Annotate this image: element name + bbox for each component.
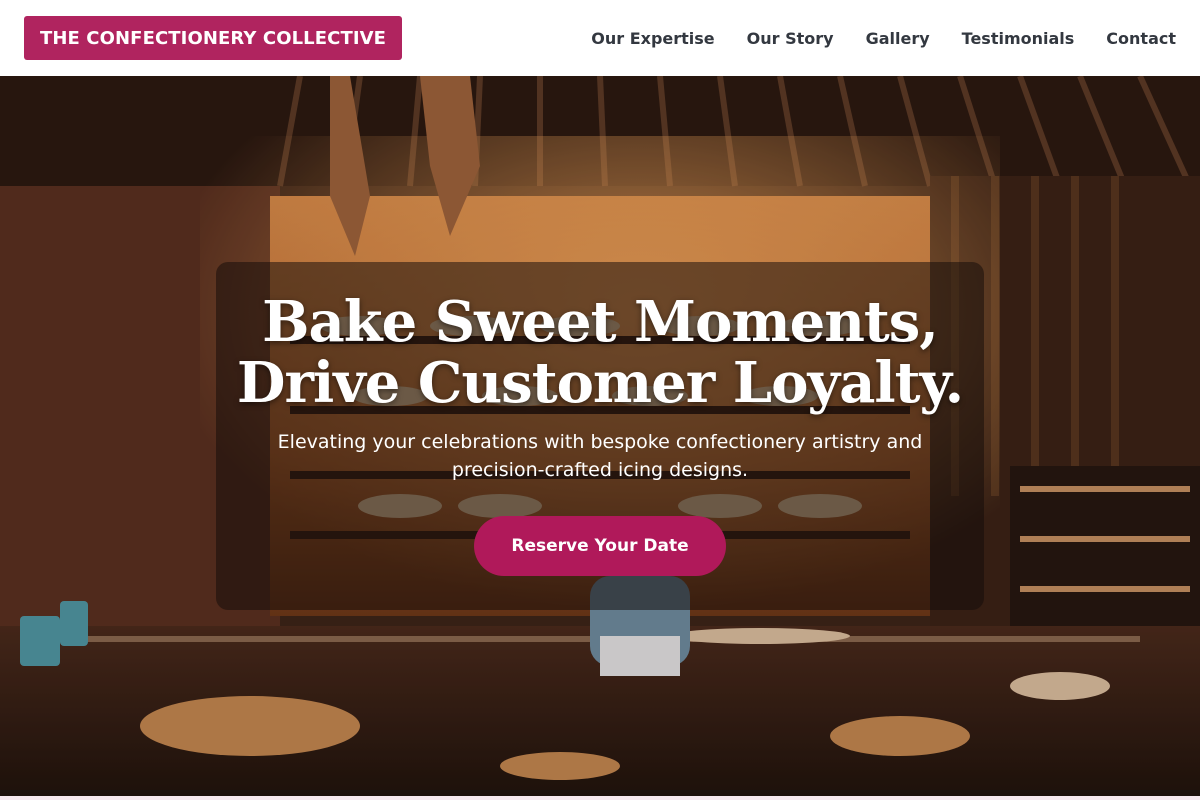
hero-section: Bake Sweet Moments, Drive Customer Loyal… [0,76,1200,796]
hero-headline: Bake Sweet Moments, Drive Customer Loyal… [236,289,964,416]
nav-gallery[interactable]: Gallery [866,29,930,48]
site-header: THE CONFECTIONERY COLLECTIVE Our Experti… [0,0,1200,76]
nav-testimonials[interactable]: Testimonials [962,29,1075,48]
nav-our-expertise[interactable]: Our Expertise [591,29,714,48]
hero-content-card: Bake Sweet Moments, Drive Customer Loyal… [216,262,984,610]
nav-contact[interactable]: Contact [1106,29,1176,48]
page-bottom-strip [0,796,1200,800]
nav-our-story[interactable]: Our Story [747,29,834,48]
hero-subheadline: Elevating your celebrations with bespoke… [277,431,923,481]
reserve-date-button[interactable]: Reserve Your Date [474,516,726,576]
main-nav: Our Expertise Our Story Gallery Testimon… [591,29,1176,48]
brand-logo[interactable]: THE CONFECTIONERY COLLECTIVE [24,16,403,60]
